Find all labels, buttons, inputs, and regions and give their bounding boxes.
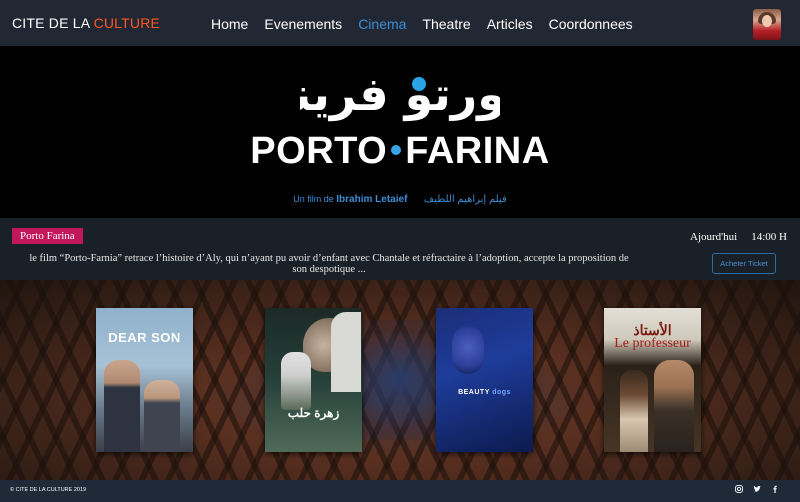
movie-tag: Porto Farina	[12, 228, 83, 244]
nav-theatre[interactable]: Theatre	[422, 16, 470, 32]
user-avatar[interactable]	[753, 9, 781, 40]
poster-figure	[104, 360, 140, 452]
nav-home[interactable]: Home	[211, 16, 248, 32]
poster-title-b: dogs	[492, 389, 511, 396]
showtime-day: Ajourd'hui	[690, 231, 738, 243]
poster-figure	[281, 352, 311, 410]
nav-evenements[interactable]: Evenements	[264, 16, 342, 32]
poster-le-professeur[interactable]: الأستاذ Le professeur	[604, 308, 701, 452]
movie-hero-banner: بورتو فرينا PORTO FARINA Un film de Ibrah…	[0, 46, 800, 218]
movie-title: PORTO FARINA	[0, 130, 800, 173]
avatar-face	[762, 15, 772, 27]
poster-title: زهرة حلب	[287, 406, 340, 420]
nav-coordonnees[interactable]: Coordonnees	[549, 16, 633, 32]
movies-gallery: DEAR SON زهرة حلب BEAUTY dogs الأستاذ Le…	[0, 280, 800, 480]
brand-text: CITE DE LA	[12, 15, 94, 31]
poster-figure	[452, 326, 484, 374]
credit-prefix: Un film de	[293, 194, 334, 204]
poster-title: BEAUTY dogs	[436, 389, 533, 396]
poster-title: DEAR SON	[108, 330, 181, 345]
showtime: Ajourd'hui 14:00 H	[690, 231, 787, 243]
film-credit: Un film de Ibrahim Letaief فيلم إبراهيم …	[0, 194, 800, 205]
poster-zahret-halab[interactable]: زهرة حلب	[265, 308, 362, 452]
arabic-logo-text: بورتو فرينا	[300, 67, 500, 121]
site-logo[interactable]: CITE DE LA CULTURE	[12, 15, 160, 31]
title-right: FARINA	[405, 130, 550, 172]
movie-synopsis: le film “Porto-Farnia” retrace l’histoir…	[29, 253, 629, 275]
footer: © CITE DE LA CULTURE 2019	[0, 480, 800, 502]
poster-figure	[331, 312, 361, 392]
twitter-glyph	[753, 485, 761, 492]
poster-figure	[620, 370, 648, 452]
movie-info-bar: Porto Farina le film “Porto-Farnia” retr…	[0, 218, 800, 280]
credit-arabic: فيلم إبراهيم اللطيف	[423, 194, 507, 205]
facebook-icon[interactable]	[770, 485, 780, 495]
showtime-hour: 14:00 H	[751, 231, 787, 243]
facebook-glyph	[773, 485, 777, 493]
nav-articles[interactable]: Articles	[487, 16, 533, 32]
twitter-icon[interactable]	[752, 485, 762, 495]
copyright-text: © CITE DE LA CULTURE 2019	[10, 487, 87, 493]
logo-blue-dot	[412, 77, 426, 91]
title-left: PORTO	[250, 130, 388, 172]
nav-cinema[interactable]: Cinema	[358, 16, 406, 32]
poster-figure	[144, 380, 180, 452]
poster-beauty-and-the-dogs[interactable]: BEAUTY dogs	[436, 308, 533, 452]
top-navbar: CITE DE LA CULTURE Home Evenements Cinem…	[0, 0, 800, 46]
instagram-glyph	[735, 485, 743, 493]
main-nav: Home Evenements Cinema Theatre Articles …	[211, 16, 649, 32]
poster-dear-son[interactable]: DEAR SON	[96, 308, 193, 452]
poster-title: Le professeur	[614, 336, 691, 351]
buy-ticket-button[interactable]: Acheter Ticket	[712, 253, 776, 274]
credit-director: Ibrahim Letaief	[336, 194, 408, 205]
poster-title-a: BEAUTY	[458, 389, 490, 396]
arabic-title-logo: بورتو فرينا	[300, 67, 500, 121]
instagram-icon[interactable]	[734, 485, 744, 495]
poster-figure	[654, 360, 694, 452]
brand-accent-text: CULTURE	[93, 15, 161, 31]
title-dot	[391, 144, 402, 155]
